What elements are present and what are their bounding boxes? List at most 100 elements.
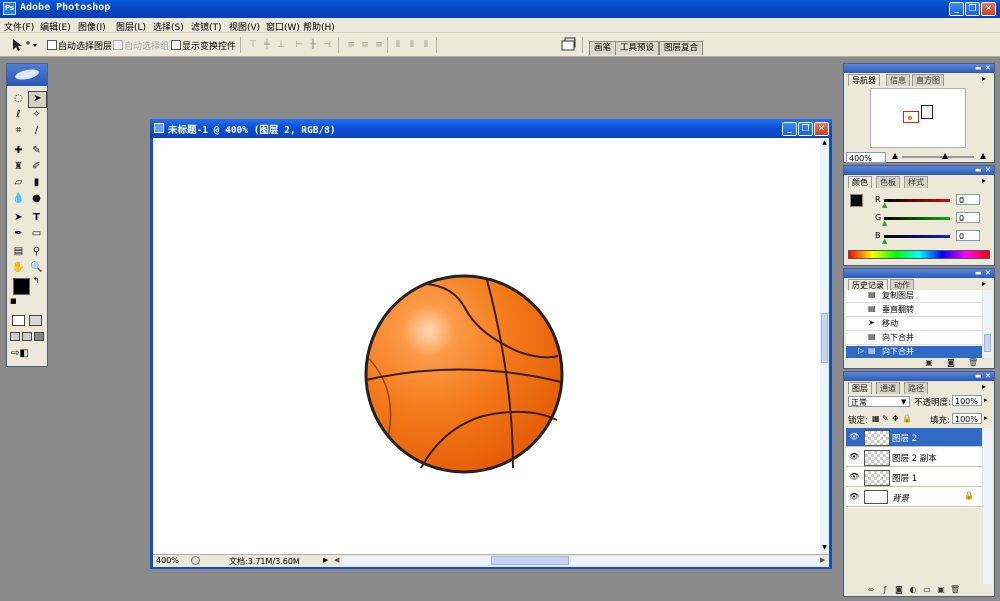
channel-g-thumb[interactable]: ▲ bbox=[882, 219, 887, 227]
layer-mask-icon[interactable]: ◙ bbox=[894, 585, 904, 595]
trash-icon[interactable]: 🗑 bbox=[968, 358, 978, 368]
align-top-icon[interactable]: ⊤ bbox=[247, 40, 259, 50]
slice-tool-icon[interactable]: ∕ bbox=[28, 123, 45, 138]
history-item[interactable]: ➤ 移动 bbox=[846, 318, 982, 331]
scroll-up-icon[interactable]: ▲ bbox=[821, 139, 828, 147]
move-tool-icon[interactable]: ➤ bbox=[28, 91, 47, 108]
adjustment-layer-icon[interactable]: ◐ bbox=[908, 585, 918, 595]
blur-tool-icon[interactable]: 💧 bbox=[10, 191, 27, 206]
panel-close-icon[interactable]: ✕ bbox=[985, 166, 991, 174]
hscroll-right-icon[interactable]: ▶ bbox=[820, 556, 825, 564]
zoom-level[interactable]: 400% bbox=[156, 556, 179, 565]
new-layer-icon[interactable]: ▣ bbox=[936, 585, 946, 595]
menu-layer[interactable]: 图层(L) bbox=[116, 20, 146, 33]
menu-file[interactable]: 文件(F) bbox=[4, 20, 34, 33]
layer-row[interactable]: 👁 图层 1 bbox=[846, 468, 982, 487]
gradient-tool-icon[interactable]: ▮ bbox=[28, 175, 45, 190]
toolbox-header[interactable] bbox=[7, 64, 47, 86]
standard-mode-icon[interactable] bbox=[12, 315, 25, 326]
panel-menu-arrow-icon[interactable]: ▸ bbox=[982, 74, 986, 83]
panel-minimize-icon[interactable]: ▬ bbox=[975, 372, 982, 380]
tab-histogram[interactable]: 直方图 bbox=[912, 74, 944, 86]
dodge-tool-icon[interactable]: ● bbox=[28, 191, 45, 206]
eraser-tool-icon[interactable]: ▱ bbox=[10, 175, 27, 190]
channel-r-input[interactable]: 0 bbox=[956, 194, 980, 205]
layer-row-background[interactable]: 👁 背景 🔒 bbox=[846, 488, 982, 507]
history-item[interactable]: ▤ 向下合并 bbox=[846, 332, 982, 345]
history-item[interactable]: ▤ 复制图层 bbox=[846, 290, 982, 303]
history-state-marker-icon[interactable]: ▷ bbox=[858, 346, 864, 355]
channel-b-slider[interactable] bbox=[884, 235, 950, 238]
menu-window[interactable]: 窗口(W) bbox=[266, 20, 300, 33]
auto-select-group-checkbox[interactable] bbox=[113, 40, 123, 50]
align-left-icon[interactable]: ⊢ bbox=[293, 40, 305, 50]
channel-r-thumb[interactable]: ▲ bbox=[882, 201, 887, 209]
channel-b-thumb[interactable]: ▲ bbox=[882, 237, 887, 245]
lock-all-icon[interactable]: 🔒 bbox=[902, 414, 912, 423]
tab-layers[interactable]: 图层 bbox=[848, 382, 872, 394]
channel-g-slider[interactable] bbox=[884, 217, 950, 220]
vertical-scrollbar[interactable]: ▲ ▼ bbox=[820, 138, 829, 554]
link-layers-icon[interactable]: ∞ bbox=[866, 585, 876, 595]
channel-r-slider[interactable] bbox=[884, 199, 950, 202]
horizontal-scrollbar[interactable] bbox=[343, 556, 820, 565]
dock-tab-brushes[interactable]: 画笔 bbox=[589, 41, 617, 55]
history-brush-tool-icon[interactable]: ✐ bbox=[28, 159, 45, 174]
zoom-slider-thumb[interactable]: ▲ bbox=[942, 151, 948, 160]
layer-row[interactable]: 👁 图层 2 副本 bbox=[846, 448, 982, 467]
menu-image[interactable]: 图像(I) bbox=[78, 20, 106, 33]
panel-close-icon[interactable]: ✕ bbox=[985, 64, 991, 72]
history-item-selected[interactable]: ▷ ▤ 向下合并 bbox=[846, 346, 982, 358]
doc-minimize-button[interactable]: _ bbox=[782, 122, 797, 136]
distribute-vcenter-icon[interactable]: ≡ bbox=[359, 40, 371, 50]
fill-input[interactable]: 100% bbox=[952, 413, 982, 424]
jump-to-imageready-icon[interactable]: ⇨◧ bbox=[11, 348, 29, 359]
path-selection-tool-icon[interactable]: ➤ bbox=[10, 210, 27, 225]
hscroll-left-icon[interactable]: ◀ bbox=[334, 556, 339, 564]
full-screen-mode-icon[interactable] bbox=[34, 332, 44, 341]
crop-tool-icon[interactable]: ⌗ bbox=[10, 123, 27, 138]
brush-tool-icon[interactable]: ✎ bbox=[28, 143, 45, 158]
align-hcenter-icon[interactable]: ╫ bbox=[307, 40, 319, 50]
shape-tool-icon[interactable]: ▭ bbox=[28, 226, 45, 241]
vertical-scroll-thumb[interactable] bbox=[821, 313, 828, 363]
scroll-down-icon[interactable]: ▼ bbox=[821, 544, 828, 552]
doc-close-button[interactable]: ✕ bbox=[814, 122, 829, 136]
distribute-hcenter-icon[interactable]: ⦀ bbox=[406, 40, 418, 50]
layer-style-icon[interactable]: ƒ bbox=[880, 585, 890, 595]
panel-menu-arrow-icon[interactable]: ▸ bbox=[982, 176, 986, 185]
panel-minimize-icon[interactable]: ▬ bbox=[975, 64, 982, 72]
new-group-icon[interactable]: ▭ bbox=[922, 585, 932, 595]
tab-styles[interactable]: 样式 bbox=[904, 176, 928, 188]
layers-scrollbar[interactable] bbox=[983, 428, 992, 584]
distribute-left-icon[interactable]: ⦀ bbox=[392, 40, 404, 50]
status-info-icon[interactable] bbox=[191, 556, 200, 565]
hand-tool-icon[interactable]: ✋ bbox=[10, 260, 27, 275]
channel-g-input[interactable]: 0 bbox=[956, 212, 980, 223]
zoom-slider-track[interactable] bbox=[902, 156, 974, 158]
color-spectrum-bar[interactable] bbox=[848, 250, 990, 259]
eye-visibility-icon[interactable]: 👁 bbox=[849, 472, 859, 481]
channel-b-input[interactable]: 0 bbox=[956, 230, 980, 241]
new-snapshot-icon[interactable]: ◙ bbox=[946, 358, 956, 368]
opacity-slider-arrow-icon[interactable]: ▸ bbox=[984, 396, 988, 404]
color-fg-swatch[interactable] bbox=[850, 194, 863, 207]
full-screen-menu-mode-icon[interactable] bbox=[22, 332, 32, 341]
panel-menu-arrow-icon[interactable]: ▸ bbox=[982, 279, 986, 288]
panel-minimize-icon[interactable]: ▬ bbox=[975, 166, 982, 174]
dock-tab-layer-comps[interactable]: 图层复合 bbox=[659, 41, 704, 55]
align-bottom-icon[interactable]: ⊥ bbox=[275, 40, 287, 50]
tab-color[interactable]: 颜色 bbox=[848, 176, 872, 188]
tab-channels[interactable]: 通道 bbox=[876, 382, 900, 394]
default-colors-icon[interactable]: ■ bbox=[10, 297, 17, 305]
distribute-bottom-icon[interactable]: ≡ bbox=[373, 40, 385, 50]
eyedropper-tool-icon[interactable]: ⚲ bbox=[28, 244, 45, 259]
tab-navigator[interactable]: 导航器 bbox=[848, 74, 880, 86]
layer-row[interactable]: 👁 图层 2 bbox=[846, 428, 982, 447]
auto-select-layer-checkbox[interactable] bbox=[47, 40, 57, 50]
distribute-right-icon[interactable]: ⦀ bbox=[420, 40, 432, 50]
lock-transparency-icon[interactable]: ▦ bbox=[872, 414, 880, 423]
new-document-from-state-icon[interactable]: ▣ bbox=[924, 358, 934, 368]
eye-visibility-icon[interactable]: 👁 bbox=[849, 432, 859, 441]
dock-tab-tool-presets[interactable]: 工具预设 bbox=[615, 41, 660, 55]
